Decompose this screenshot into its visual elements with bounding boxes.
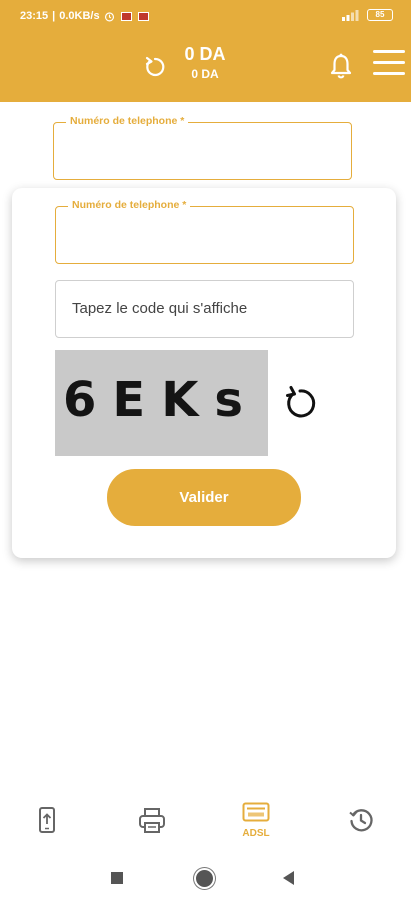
nav-item-mobile-recharge[interactable] bbox=[27, 806, 67, 846]
home-icon[interactable] bbox=[196, 870, 213, 887]
bottom-navigation: ADSL bbox=[0, 790, 411, 852]
alarm-icon bbox=[104, 11, 114, 21]
system-navigation-bar bbox=[0, 852, 411, 900]
history-icon bbox=[349, 809, 373, 832]
app-header: 0 DA 0 DA bbox=[0, 32, 411, 102]
recent-apps-icon[interactable] bbox=[111, 872, 123, 884]
status-right: 85 bbox=[341, 9, 393, 21]
printer-icon bbox=[139, 808, 165, 833]
captcha-image: 6EKs bbox=[55, 350, 268, 456]
captcha-text: 6EKs bbox=[63, 372, 259, 428]
app-screen: 23:15 | 0.0KB/s 85 0 DA 0 DA Numéro de t… bbox=[0, 0, 411, 900]
back-icon[interactable] bbox=[283, 871, 294, 885]
status-time: 23:15 bbox=[20, 10, 49, 22]
background-phone-label: Numéro de telephone * bbox=[66, 115, 189, 127]
battery-icon: 85 bbox=[367, 9, 393, 21]
recharge-card: Numéro de telephone * Tapez le code qui … bbox=[12, 188, 396, 558]
nav-item-history[interactable] bbox=[341, 806, 381, 846]
balance-display: 0 DA 0 DA bbox=[174, 44, 236, 81]
phone-number-field[interactable]: Numéro de telephone * bbox=[55, 199, 354, 264]
captcha-code-placeholder: Tapez le code qui s'affiche bbox=[72, 300, 248, 317]
status-separator: | bbox=[52, 10, 56, 22]
status-network-speed: 0.0KB/s bbox=[59, 10, 100, 22]
bell-icon[interactable] bbox=[328, 52, 354, 80]
captcha-code-input[interactable]: Tapez le code qui s'affiche bbox=[55, 280, 354, 338]
phone-number-label: Numéro de telephone * bbox=[68, 199, 191, 211]
notification-flag-icon bbox=[137, 11, 149, 21]
hamburger-menu-icon[interactable] bbox=[373, 50, 407, 80]
adsl-card-icon bbox=[242, 802, 270, 822]
nav-item-print[interactable] bbox=[132, 806, 172, 846]
signal-icon bbox=[342, 10, 359, 21]
refresh-balance-icon[interactable] bbox=[142, 54, 168, 80]
mobile-recharge-icon bbox=[39, 807, 55, 833]
status-bar: 23:15 | 0.0KB/s 85 bbox=[0, 0, 411, 32]
refresh-captcha-icon[interactable] bbox=[280, 383, 320, 423]
balance-main: 0 DA bbox=[184, 44, 226, 64]
nav-item-adsl[interactable]: ADSL bbox=[236, 802, 276, 842]
nav-label-adsl: ADSL bbox=[242, 828, 270, 839]
balance-sub: 0 DA bbox=[191, 67, 219, 81]
status-left: 23:15 | 0.0KB/s bbox=[20, 10, 149, 22]
background-phone-field[interactable]: Numéro de telephone * bbox=[53, 115, 352, 180]
notification-flag-icon bbox=[120, 11, 132, 21]
valider-button[interactable]: Valider bbox=[107, 469, 301, 526]
